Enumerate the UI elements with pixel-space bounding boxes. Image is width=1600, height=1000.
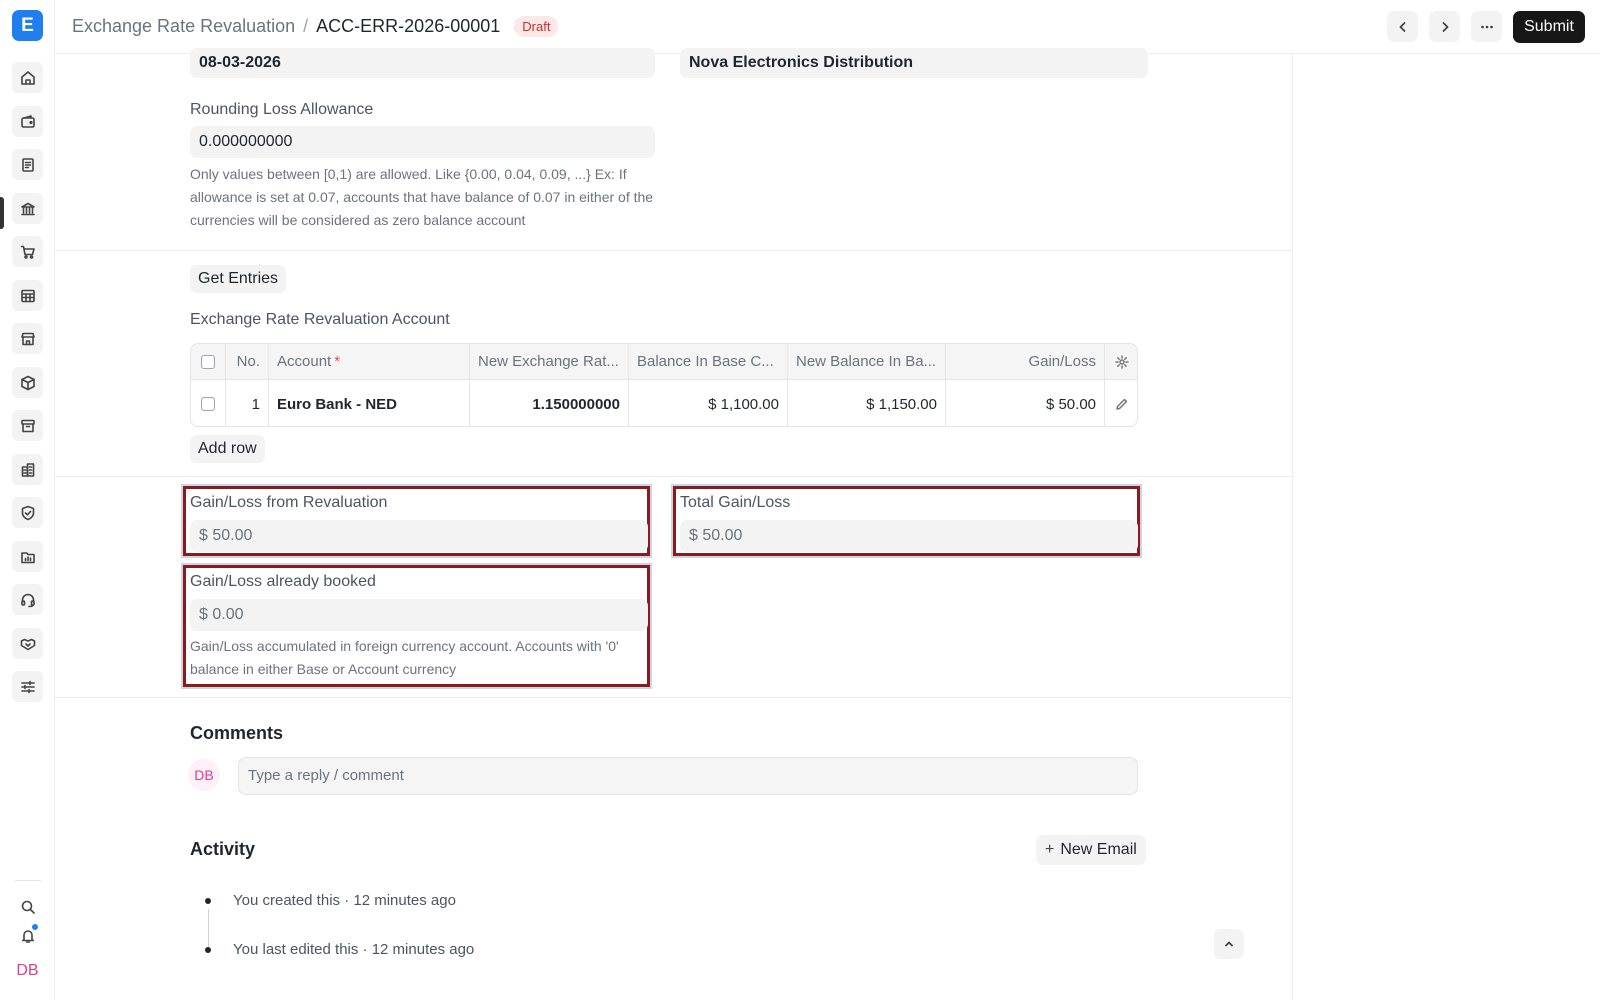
table-row[interactable]: 1 Euro Bank - NED 1.150000000 $ 1,100.00… xyxy=(191,380,1137,426)
revaluation-accounts-table: No. Account * New Exchange Rat... Balance… xyxy=(190,343,1138,427)
new-email-label: New Email xyxy=(1060,841,1137,858)
notification-dot xyxy=(31,923,39,931)
gain-loss-booked-label: Gain/Loss already booked xyxy=(190,573,376,590)
column-settings[interactable] xyxy=(1105,344,1137,379)
package-icon[interactable] xyxy=(12,367,43,398)
row-no: 1 xyxy=(226,380,269,426)
row-gain-loss[interactable]: $ 50.00 xyxy=(946,380,1105,426)
home-icon[interactable] xyxy=(12,62,43,93)
app-logo[interactable]: E xyxy=(12,10,43,41)
column-account-label: Account xyxy=(277,353,332,370)
row-edit-cell[interactable] xyxy=(1105,380,1137,426)
store-icon[interactable] xyxy=(12,323,43,354)
sidebar-active-indicator xyxy=(0,197,4,229)
column-no: No. xyxy=(226,344,269,379)
breadcrumb-separator: / xyxy=(303,16,309,36)
timeline-line xyxy=(208,909,209,949)
row-new-balance-base[interactable]: $ 1,150.00 xyxy=(788,380,946,426)
wallet-icon[interactable] xyxy=(12,106,43,137)
settings-sliders-icon[interactable] xyxy=(12,671,43,702)
required-indicator: * xyxy=(334,353,341,370)
row-select-cell xyxy=(191,380,226,426)
user-avatar[interactable]: DB xyxy=(12,955,43,986)
comments-heading: Comments xyxy=(190,723,284,743)
search-icon[interactable] xyxy=(12,891,43,922)
gain-loss-revaluation-label: Gain/Loss from Revaluation xyxy=(190,494,388,511)
gear-icon xyxy=(1115,354,1129,369)
company-field[interactable]: Nova Electronics Distribution xyxy=(680,48,1148,78)
chevron-up-icon xyxy=(1225,941,1233,947)
column-new-balance-base[interactable]: New Balance In Ba... xyxy=(788,344,946,379)
activity-item: You last edited this · 12 minutes ago xyxy=(233,941,475,958)
sidebar-divider xyxy=(15,880,41,881)
gain-loss-revaluation-field[interactable]: $ 50.00 xyxy=(190,520,648,552)
row-checkbox[interactable] xyxy=(201,397,215,411)
page-title: ACC-ERR-2026-00001 xyxy=(316,16,501,36)
next-button[interactable] xyxy=(1429,11,1460,42)
column-balance-base-currency[interactable]: Balance In Base C... xyxy=(629,344,788,379)
activity-item: You created this · 12 minutes ago xyxy=(233,892,456,909)
folder-chart-icon[interactable] xyxy=(12,541,43,572)
section-divider xyxy=(55,476,1293,477)
bank-icon[interactable] xyxy=(12,193,43,224)
rounding-loss-label: Rounding Loss Allowance xyxy=(190,101,374,118)
chevron-right-icon xyxy=(1442,21,1448,32)
cart-icon[interactable] xyxy=(12,236,43,267)
previous-button[interactable] xyxy=(1387,11,1418,42)
archive-icon[interactable] xyxy=(12,410,43,441)
more-actions-button[interactable] xyxy=(1471,11,1502,42)
gain-loss-booked-description: Gain/Loss accumulated in foreign currenc… xyxy=(190,638,619,677)
ellipsis-icon xyxy=(1480,25,1493,28)
row-account[interactable]: Euro Bank - NED xyxy=(269,380,470,426)
total-gain-loss-label: Total Gain/Loss xyxy=(680,494,791,511)
select-all-cell xyxy=(191,344,226,379)
column-new-exchange-rate[interactable]: New Exchange Rat... xyxy=(470,344,629,379)
section-divider xyxy=(55,697,1293,698)
bell-icon[interactable] xyxy=(12,920,43,951)
total-gain-loss-field[interactable]: $ 50.00 xyxy=(680,520,1138,552)
submit-button[interactable]: Submit xyxy=(1513,11,1585,43)
rounding-loss-description: Only values between [0,1) are allowed. L… xyxy=(190,166,654,228)
revaluation-table-label: Exchange Rate Revaluation Account xyxy=(190,311,450,328)
row-balance-base-currency[interactable]: $ 1,100.00 xyxy=(629,380,788,426)
gain-loss-booked-field[interactable]: $ 0.00 xyxy=(190,599,648,631)
chevron-left-icon xyxy=(1399,21,1405,32)
section-divider xyxy=(55,250,1293,251)
activity-heading: Activity xyxy=(190,839,256,859)
handshake-icon[interactable] xyxy=(12,628,43,659)
scroll-to-top-button[interactable] xyxy=(1214,929,1244,959)
shield-icon[interactable] xyxy=(12,497,43,528)
table-header: No. Account * New Exchange Rat... Balance… xyxy=(191,344,1137,380)
column-account[interactable]: Account * xyxy=(269,344,470,379)
pencil-icon xyxy=(1116,398,1128,410)
add-row-button[interactable]: Add row xyxy=(190,435,265,463)
comment-input[interactable]: Type a reply / comment xyxy=(238,757,1138,795)
breadcrumb-parent[interactable]: Exchange Rate Revaluation xyxy=(72,16,295,37)
table-icon[interactable] xyxy=(12,280,43,311)
status-badge: Draft xyxy=(514,16,559,37)
page-header: Exchange Rate Revaluation / ACC-ERR-2026… xyxy=(55,0,1600,54)
timeline-bullet xyxy=(205,947,211,953)
comment-avatar: DB xyxy=(188,759,220,791)
document-icon[interactable] xyxy=(12,149,43,180)
form-main: 08-03-2026 Nova Electronics Distribution… xyxy=(55,48,1293,1000)
rounding-loss-input[interactable]: 0.000000000 xyxy=(190,126,655,158)
get-entries-button[interactable]: Get Entries xyxy=(190,265,287,293)
timeline-bullet xyxy=(205,898,211,904)
posting-date-field[interactable]: 08-03-2026 xyxy=(190,48,655,78)
row-new-exchange-rate[interactable]: 1.150000000 xyxy=(470,380,629,426)
new-email-button[interactable]: + New Email xyxy=(1036,835,1146,865)
building-icon[interactable] xyxy=(12,454,43,485)
plus-icon: + xyxy=(1045,841,1055,858)
select-all-checkbox[interactable] xyxy=(201,354,215,369)
headset-icon[interactable] xyxy=(12,584,43,615)
column-gain-loss[interactable]: Gain/Loss xyxy=(946,344,1105,379)
sidebar: E DB xyxy=(0,0,55,1000)
breadcrumb: Exchange Rate Revaluation / ACC-ERR-2026… xyxy=(72,16,559,37)
